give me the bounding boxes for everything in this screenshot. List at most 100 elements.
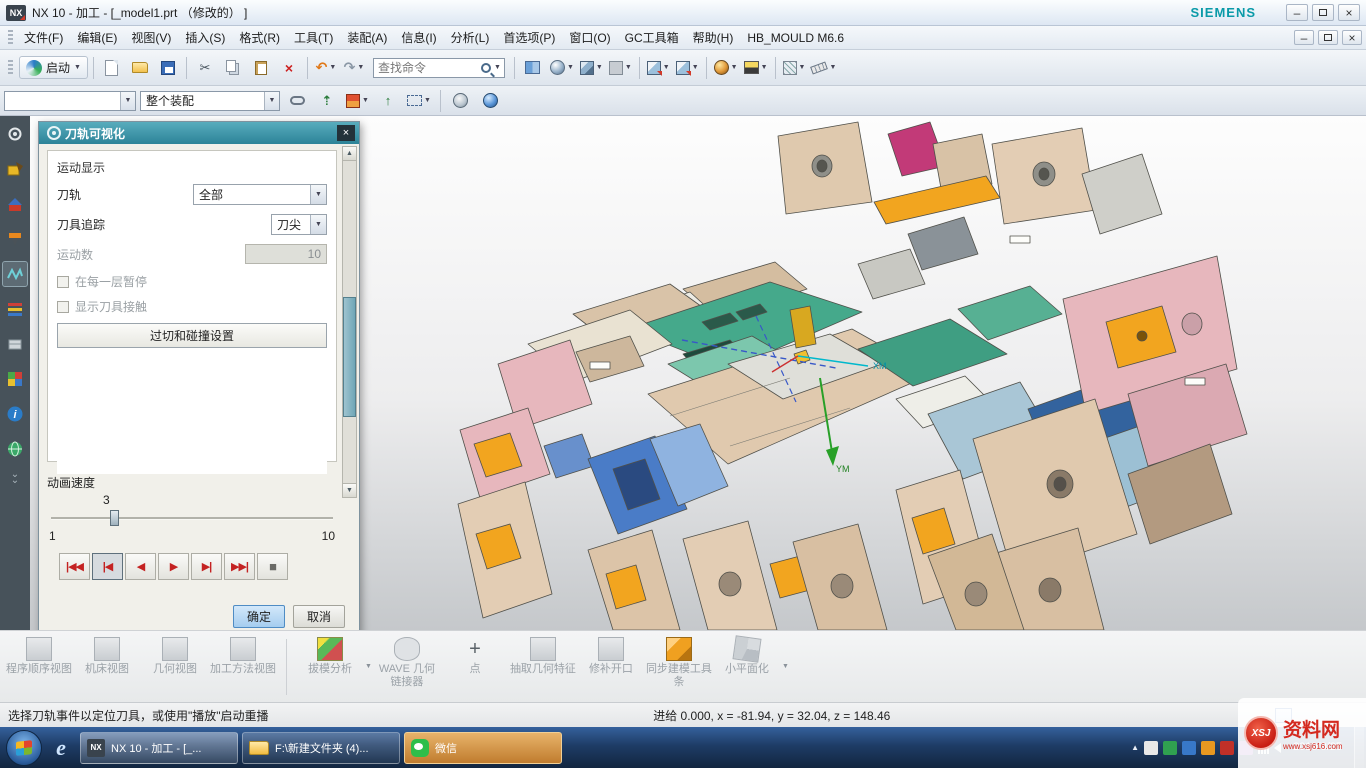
paste-button[interactable] xyxy=(248,55,274,81)
internet-globe-button[interactable] xyxy=(3,437,27,461)
drill-button[interactable] xyxy=(3,227,27,251)
ime-keyboard-icon[interactable] xyxy=(1144,741,1158,755)
restore-icon[interactable] xyxy=(1312,4,1334,21)
hidden-icons-chevron[interactable]: ▲ xyxy=(1131,743,1139,752)
stop-button[interactable]: ■ xyxy=(257,553,288,580)
orient-view-button[interactable]: ▼ xyxy=(645,55,672,81)
toolbar-grip[interactable] xyxy=(8,30,13,46)
show-hide-button[interactable] xyxy=(448,88,474,114)
play-forward-button[interactable]: ▶ xyxy=(158,553,189,580)
slider-track[interactable] xyxy=(51,517,333,520)
start-button[interactable]: 启动 ▼ xyxy=(19,56,88,79)
menu-preferences[interactable]: 首选项(P) xyxy=(496,27,562,48)
info-button[interactable]: i xyxy=(3,402,27,426)
menu-hb-mould[interactable]: HB_MOULD M6.6 xyxy=(740,29,851,47)
show-tool-contact-checkbox[interactable] xyxy=(57,301,69,313)
geometry-view-button[interactable]: 几何视图 xyxy=(142,635,208,676)
sidebar-overflow-chevrons[interactable]: ⌄⌄ xyxy=(11,472,19,484)
go-to-start-button[interactable]: |◀◀ xyxy=(59,553,90,580)
undo-button[interactable]: ↶▼ xyxy=(313,55,339,81)
wave-geometry-linker-button[interactable]: WAVE 几何链接器 xyxy=(374,635,440,688)
close-icon[interactable]: × xyxy=(1338,4,1360,21)
search-input[interactable] xyxy=(374,61,481,75)
menu-tools[interactable]: 工具(T) xyxy=(287,27,340,48)
open-file-button[interactable] xyxy=(127,55,153,81)
tray-blue-icon[interactable] xyxy=(1182,741,1196,755)
chevron-down-icon[interactable]: ▼ xyxy=(365,663,372,670)
slider-handle[interactable] xyxy=(110,510,119,526)
selection-box-button[interactable]: ▼ xyxy=(405,88,433,114)
menu-gc-toolbox[interactable]: GC工具箱 xyxy=(618,27,686,48)
child-restore-icon[interactable] xyxy=(1318,30,1338,45)
scroll-down-icon[interactable]: ▼ xyxy=(343,483,356,497)
tray-green-icon[interactable] xyxy=(1163,741,1177,755)
taskbar-wechat-button[interactable]: 微信 xyxy=(404,732,562,764)
true-shading-button[interactable]: ▼ xyxy=(712,55,740,81)
toolpath-select[interactable]: 全部 ▼ xyxy=(193,184,327,205)
step-back-button[interactable]: |◀ xyxy=(92,553,123,580)
go-to-end-button[interactable]: ▶▶| xyxy=(224,553,255,580)
graphics-viewport[interactable]: XM YM 刀轨可视化 × ▲ ▼ 运动显示 xyxy=(30,116,1366,630)
extract-geometry-button[interactable]: 抽取几何特征 xyxy=(510,635,576,676)
program-order-view-button[interactable]: 程序顺序视图 xyxy=(6,635,72,676)
cancel-button[interactable]: 取消 xyxy=(293,605,345,628)
redo-button[interactable]: ↷▼ xyxy=(341,55,367,81)
section-button[interactable]: ▼ xyxy=(742,55,770,81)
menu-file[interactable]: 文件(F) xyxy=(17,27,70,48)
step-forward-button[interactable]: ▶| xyxy=(191,553,222,580)
machine-tool-view-button[interactable]: 机床视图 xyxy=(74,635,140,676)
promote-button[interactable]: ↑ xyxy=(375,88,401,114)
menu-view[interactable]: 视图(V) xyxy=(124,27,178,48)
point-button[interactable]: + 点 xyxy=(442,635,508,676)
dialog-scrollbar[interactable]: ▲ ▼ xyxy=(342,146,357,498)
save-button[interactable] xyxy=(155,55,181,81)
toolpath-visualize-button[interactable] xyxy=(3,262,27,286)
menu-assemblies[interactable]: 装配(A) xyxy=(340,27,394,48)
cam-operation-button[interactable] xyxy=(3,157,27,181)
minimize-icon[interactable]: – xyxy=(1286,4,1308,21)
tool-library-button[interactable] xyxy=(3,192,27,216)
new-file-button[interactable] xyxy=(99,55,125,81)
cut-button[interactable]: ✂ xyxy=(192,55,218,81)
menu-help[interactable]: 帮助(H) xyxy=(686,27,741,48)
toolbar-grip[interactable] xyxy=(8,60,13,76)
dialog-titlebar[interactable]: 刀轨可视化 × xyxy=(39,122,359,144)
link-button[interactable] xyxy=(284,88,310,114)
search-icon[interactable] xyxy=(481,63,491,73)
synchronous-modeling-button[interactable]: 同步建模工具条 xyxy=(646,635,712,688)
draft-analysis-button[interactable]: 拔模分析 xyxy=(297,635,363,676)
menu-information[interactable]: 信息(I) xyxy=(394,27,443,48)
move-component-button[interactable]: ⇡ xyxy=(314,88,340,114)
internet-explorer-button[interactable]: e xyxy=(46,733,76,763)
color-pattern-button[interactable] xyxy=(3,367,27,391)
play-backward-button[interactable]: ◀ xyxy=(125,553,156,580)
scrollbar-thumb[interactable] xyxy=(343,297,356,417)
tray-orange-icon[interactable] xyxy=(1201,741,1215,755)
measure-button[interactable]: ▼ xyxy=(809,55,838,81)
orient-view-2-button[interactable]: ▼ xyxy=(674,55,701,81)
start-orb-button[interactable] xyxy=(6,730,42,766)
view-cube-button[interactable]: ▼ xyxy=(578,55,605,81)
settings-gear-button[interactable] xyxy=(3,122,27,146)
motion-count-field[interactable] xyxy=(245,244,327,264)
assembly-scope-combo[interactable]: 整个装配 ▼ xyxy=(140,91,280,111)
render-style-button[interactable]: ▼ xyxy=(548,55,576,81)
chevron-down-icon[interactable]: ▼ xyxy=(494,64,501,71)
delete-button[interactable]: × xyxy=(276,55,302,81)
background-button[interactable]: ▼ xyxy=(607,55,634,81)
machining-method-view-button[interactable]: 加工方法视图 xyxy=(210,635,276,676)
tool-trace-select[interactable]: 刀尖 ▼ xyxy=(271,214,327,235)
window-layout-button[interactable] xyxy=(520,55,546,81)
copy-button[interactable] xyxy=(220,55,246,81)
facet-body-button[interactable]: 小平面化 xyxy=(714,635,780,676)
snap-grid-button[interactable]: ▼ xyxy=(344,88,371,114)
dialog-close-icon[interactable]: × xyxy=(337,125,355,141)
chevron-down-icon[interactable]: ▼ xyxy=(782,663,789,670)
snap-point-button[interactable]: ▼ xyxy=(781,55,808,81)
animation-speed-slider[interactable] xyxy=(51,509,333,527)
tray-red-icon[interactable] xyxy=(1220,741,1234,755)
ok-button[interactable]: 确定 xyxy=(233,605,285,628)
pause-each-layer-checkbox[interactable] xyxy=(57,276,69,288)
layers-button[interactable] xyxy=(3,297,27,321)
menu-insert[interactable]: 插入(S) xyxy=(178,27,232,48)
